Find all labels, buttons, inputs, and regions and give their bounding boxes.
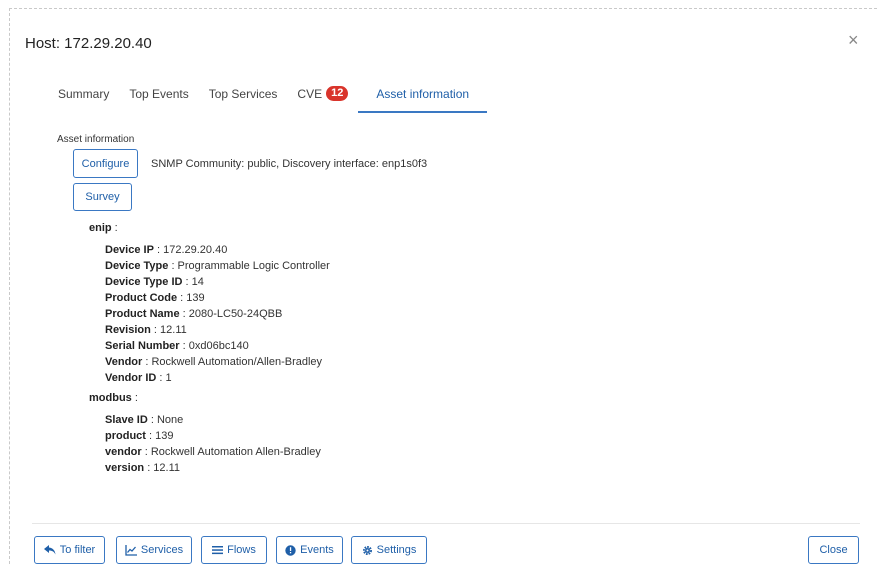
field-key: product [105,430,146,442]
enip-field: Product Code : 139 [105,291,205,306]
dialog-title: Host: 172.29.20.40 [25,35,152,52]
reply-arrow-icon [43,545,56,555]
field-value: : 2080-LC50-24QBB [179,308,283,320]
tab-label: Asset information [376,87,470,101]
field-key: Vendor ID [105,372,157,384]
configure-button[interactable]: Configure [73,149,138,178]
modbus-field: Slave ID : None [105,413,183,428]
field-key: version [105,462,145,474]
field-value: : Rockwell Automation/Allen-Bradley [142,356,323,368]
line-chart-icon [125,544,137,556]
enip-group-title: enip : [89,222,118,234]
enip-field: Revision : 12.11 [105,323,187,338]
field-key: vendor [105,446,142,458]
group-name: modbus [89,392,132,404]
tab-top-services[interactable]: Top Services [199,75,288,103]
modbus-field: product : 139 [105,429,173,444]
snmp-info: SNMP Community: public, Discovery interf… [151,158,428,170]
field-key: Device Type ID [105,276,183,288]
field-value: : 14 [182,276,204,288]
flows-button[interactable]: Flows [201,536,267,564]
tab-label: CVE [297,87,323,101]
to-filter-button[interactable]: To filter [34,536,105,564]
field-value: : Rockwell Automation Allen-Bradley [141,446,321,458]
button-label: Services [140,544,184,556]
field-value: : Programmable Logic Controller [168,260,330,272]
enip-field: Vendor : Rockwell Automation/Allen-Bradl… [105,355,322,370]
button-label: Close [819,544,848,556]
field-key: Revision [105,324,151,336]
modbus-group-title: modbus : [89,392,138,404]
button-label: Flows [227,544,256,556]
services-button[interactable]: Services [116,536,192,564]
enip-field: Device Type ID : 14 [105,275,204,290]
group-name: enip [89,222,112,234]
field-value: : None [147,414,184,426]
enip-field: Device IP : 172.29.20.40 [105,243,227,258]
button-label: To filter [59,544,96,556]
events-button[interactable]: Events [276,536,343,564]
cve-count-badge: 12 [326,86,349,101]
close-button[interactable]: Close [808,536,859,564]
tab-asset-information[interactable]: Asset information [358,75,488,113]
tab-label: Top Services [208,87,278,101]
button-label: Events [300,544,334,556]
field-value: : 172.29.20.40 [153,244,228,256]
field-value: : 139 [145,430,174,442]
gear-icon [362,545,373,556]
button-label: Settings [376,544,417,556]
field-value: : 0xd06bc140 [179,340,249,352]
survey-button[interactable]: Survey [73,183,132,211]
enip-field: Serial Number : 0xd06bc140 [105,339,249,354]
modbus-field: version : 12.11 [105,461,180,476]
enip-field: Device Type : Programmable Logic Control… [105,259,330,274]
footer-divider [32,523,860,524]
tab-label: Top Events [129,87,189,101]
group-sep: : [131,392,138,404]
field-key: Vendor [105,356,143,368]
circle-info-icon [285,544,296,556]
field-key: Product Code [105,292,178,304]
host-dialog: Host: 172.29.20.40 × Summary Top Events … [9,8,877,564]
field-value: : 139 [177,292,205,304]
group-sep: : [111,222,118,234]
field-value: : 12.11 [150,324,187,336]
enip-field: Product Name : 2080-LC50-24QBB [105,307,282,322]
field-value: : 1 [156,372,172,384]
field-key: Slave ID [105,414,148,426]
tab-label: Summary [58,87,110,101]
section-heading: Asset information [57,134,135,145]
tab-top-events[interactable]: Top Events [119,75,198,103]
field-key: Product Name [105,308,180,320]
close-icon[interactable]: × [848,31,859,49]
field-key: Device Type [105,260,169,272]
tab-cve[interactable]: CVE 12 [287,75,358,103]
settings-button[interactable]: Settings [351,536,427,564]
field-value: : 12.11 [144,462,181,474]
tab-bar: Summary Top Events Top Services CVE 12 A… [48,75,488,115]
list-icon [212,545,224,555]
enip-field: Vendor ID : 1 [105,371,172,386]
tab-summary[interactable]: Summary [48,75,119,103]
modbus-field: vendor : Rockwell Automation Allen-Bradl… [105,445,321,460]
field-key: Device IP [105,244,154,256]
field-key: Serial Number [105,340,180,352]
